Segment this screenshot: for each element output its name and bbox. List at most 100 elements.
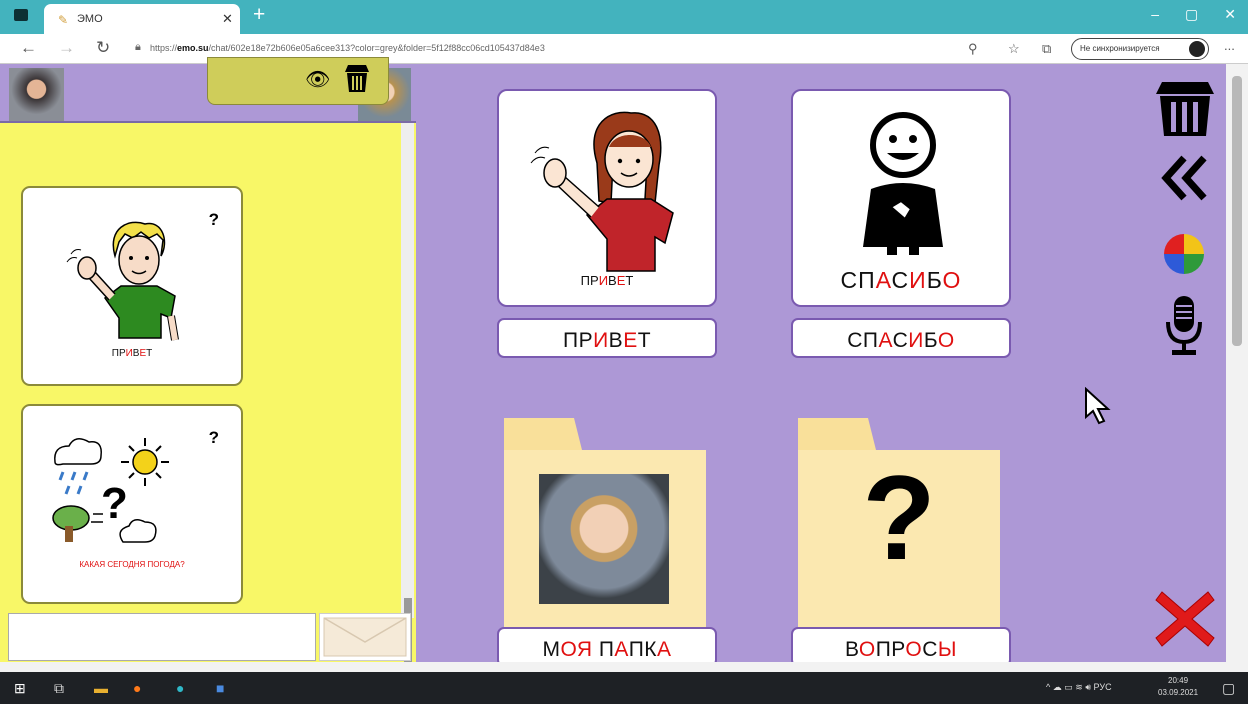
word-button-spasibo[interactable]: СПАСИБО bbox=[791, 318, 1011, 358]
close-x-icon[interactable] bbox=[1154, 588, 1216, 650]
notifications-icon[interactable]: ▢ bbox=[1222, 680, 1235, 697]
collections-icon[interactable]: ⧉ bbox=[1042, 41, 1051, 57]
forward-icon[interactable]: → bbox=[58, 38, 75, 58]
send-button[interactable] bbox=[319, 613, 411, 661]
url-prefix: https:// bbox=[150, 43, 178, 53]
trash-icon[interactable] bbox=[343, 63, 371, 93]
double-chevron-left-icon[interactable] bbox=[1160, 154, 1212, 202]
window-controls: – ▢ ✕ bbox=[1151, 6, 1236, 23]
caption-part: О bbox=[942, 267, 962, 293]
eye-icon[interactable]: 👁︎ bbox=[305, 67, 330, 92]
favicon-icon: ✎ bbox=[58, 13, 69, 27]
caption-part: Б bbox=[926, 267, 943, 293]
word-part: В bbox=[845, 638, 859, 661]
page-scrollbar[interactable] bbox=[1226, 64, 1248, 662]
chat-scrollbar[interactable] bbox=[401, 123, 414, 668]
battery-icon[interactable]: ▭ bbox=[1064, 682, 1073, 692]
maximize-icon[interactable]: ▢ bbox=[1185, 6, 1198, 23]
reader-icon[interactable]: ⚲ bbox=[968, 41, 978, 57]
sync-label: Не синхронизируется bbox=[1080, 44, 1160, 53]
browser-tab[interactable]: ✎ ЭМО ✕ bbox=[44, 4, 240, 34]
favorites-star-icon[interactable]: ☆ bbox=[1008, 41, 1020, 57]
word-part: Я bbox=[576, 638, 593, 661]
cloud-icon[interactable]: ☁ bbox=[1053, 682, 1062, 692]
waving-girl-picture bbox=[530, 111, 674, 272]
word-icon[interactable]: ■ bbox=[216, 680, 224, 696]
caption-part: Т bbox=[625, 273, 634, 288]
envelope-icon bbox=[323, 617, 407, 657]
folder-voprosy[interactable]: ? bbox=[798, 418, 1000, 628]
word-part: А bbox=[657, 638, 672, 661]
card-caption: ПРИВЕТ bbox=[499, 273, 715, 288]
word-part: И bbox=[908, 329, 924, 352]
url-path: /chat/602e18e72b606e05a6cee313?color=gre… bbox=[208, 43, 545, 53]
clock-time: 20:49 bbox=[1168, 676, 1189, 685]
horizontal-scrollbar[interactable] bbox=[0, 662, 1248, 672]
edge-icon[interactable]: ● bbox=[176, 680, 184, 696]
page-scrollbar-thumb[interactable] bbox=[1232, 76, 1242, 346]
word-part: П bbox=[592, 638, 615, 661]
word-button-voprosy[interactable]: ВОПРОСЫ bbox=[791, 627, 1011, 667]
word-part: М bbox=[542, 638, 561, 661]
microphone-icon[interactable] bbox=[1164, 294, 1204, 356]
word-part: О bbox=[905, 638, 923, 661]
word-part: С bbox=[892, 329, 909, 352]
message-input[interactable] bbox=[8, 613, 316, 661]
clock-date: 03.09.2021 bbox=[1158, 688, 1199, 697]
caption-part: Т bbox=[146, 348, 153, 359]
file-explorer-icon[interactable]: ▬ bbox=[94, 680, 108, 696]
firefox-icon[interactable]: ● bbox=[133, 680, 141, 696]
word-button-moya-papka[interactable]: МОЯ ПАПКА bbox=[497, 627, 717, 667]
chat-message-card-weather[interactable]: ? ? КАКАЯ СЕГОДНЯ ПОГОДА? bbox=[21, 404, 243, 604]
symbol-card-privet[interactable]: ПРИВЕТ bbox=[497, 89, 717, 307]
word-part: Ы bbox=[937, 638, 957, 661]
task-view-icon[interactable]: ⧉ bbox=[54, 680, 64, 697]
url-host: emo.su bbox=[177, 43, 209, 53]
system-tray: ^ ☁ ▭ ≋ 🔊︎ РУС bbox=[1046, 682, 1112, 693]
tab-title: ЭМО bbox=[77, 13, 103, 25]
color-picker-icon[interactable] bbox=[1164, 234, 1204, 274]
girl-photo bbox=[539, 474, 669, 604]
minimize-icon[interactable]: – bbox=[1151, 6, 1159, 23]
tray-arrow-icon[interactable]: ^ bbox=[1046, 682, 1050, 692]
caption-part: И bbox=[909, 267, 927, 293]
clock[interactable]: 20:49 03.09.2021 bbox=[1158, 675, 1198, 699]
word-part: ПР bbox=[562, 329, 594, 352]
waving-boy-picture bbox=[66, 221, 179, 341]
network-icon[interactable]: ≋ bbox=[1075, 682, 1083, 692]
tab-actions-icon[interactable] bbox=[14, 9, 28, 21]
lock-icon[interactable]: 🔒︎ bbox=[135, 41, 141, 54]
word-button-privet[interactable]: ПРИВЕТ bbox=[497, 318, 717, 358]
volume-icon[interactable]: 🔊︎ bbox=[1085, 682, 1091, 692]
word-part: А bbox=[614, 638, 629, 661]
windows-start-icon[interactable]: ⊞ bbox=[14, 680, 26, 697]
word-part: Т bbox=[637, 329, 652, 352]
caption-part: В bbox=[608, 273, 617, 288]
question-mark: ? bbox=[208, 428, 219, 447]
trash-icon[interactable] bbox=[1154, 76, 1216, 138]
word-part: Б bbox=[923, 329, 938, 352]
url-field[interactable]: https://emo.su/chat/602e18e72b606e05a6ce… bbox=[150, 43, 545, 53]
folder-moya-papka[interactable] bbox=[504, 418, 706, 628]
new-tab-icon[interactable]: + bbox=[253, 3, 265, 27]
word-part: П bbox=[628, 638, 645, 661]
word-part: А bbox=[878, 329, 893, 352]
close-tab-icon[interactable]: ✕ bbox=[222, 11, 233, 27]
word-part: Е bbox=[623, 329, 638, 352]
language-indicator[interactable]: РУС bbox=[1094, 682, 1112, 692]
chat-message-card-privet[interactable]: ? ПРИВЕТ bbox=[21, 186, 243, 386]
reload-icon[interactable]: ↻ bbox=[96, 38, 110, 58]
address-bar: ← → ↻ 🔒︎ https://emo.su/chat/602e18e72b6… bbox=[0, 34, 1248, 64]
user-avatar[interactable] bbox=[9, 68, 64, 121]
caption-part: И bbox=[125, 348, 133, 359]
question-glyph: ? bbox=[862, 451, 936, 585]
caption-part: А bbox=[875, 267, 892, 293]
close-window-icon[interactable]: ✕ bbox=[1224, 6, 1236, 23]
more-menu-icon[interactable]: ... bbox=[1224, 38, 1235, 53]
question-mark: ? bbox=[208, 210, 219, 229]
profile-avatar bbox=[1189, 41, 1205, 57]
caption-part: С bbox=[891, 267, 910, 293]
back-icon[interactable]: ← bbox=[20, 38, 37, 58]
sync-button[interactable]: Не синхронизируется bbox=[1071, 38, 1209, 60]
symbol-card-spasibo[interactable]: СПАСИБО bbox=[791, 89, 1011, 307]
